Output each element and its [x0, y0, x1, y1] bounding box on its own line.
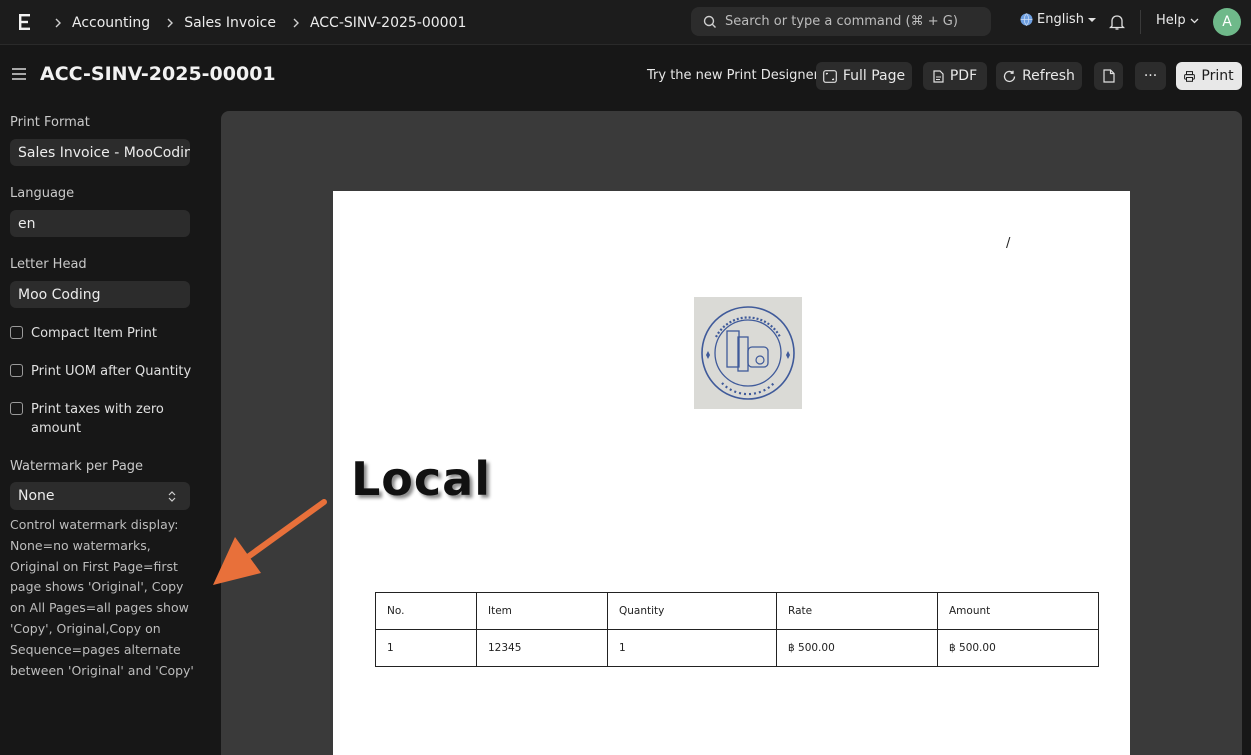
pdf-label: PDF — [949, 68, 978, 84]
annotation-arrow-icon — [213, 499, 327, 585]
checkbox-box[interactable] — [10, 364, 23, 377]
search-icon — [703, 15, 716, 28]
table-header-row: No. Item Quantity Rate Amount — [375, 592, 1099, 630]
watermark-select[interactable]: None — [10, 482, 190, 510]
document-heading: Local — [351, 452, 491, 506]
globe-icon — [1020, 13, 1033, 26]
items-table: No. Item Quantity Rate Amount 1 12345 1 … — [375, 592, 1099, 667]
search-placeholder: Search or type a command (⌘ + G) — [725, 14, 958, 29]
search-bar[interactable]: Search or type a command (⌘ + G) — [691, 7, 991, 36]
company-seal-logo — [694, 297, 802, 409]
letter-head-label: Letter Head — [10, 257, 87, 272]
navbar-divider — [1140, 10, 1141, 34]
print-label: Print — [1201, 68, 1234, 84]
full-page-button[interactable]: Full Page — [816, 62, 912, 90]
watermark-label: Watermark per Page — [10, 459, 144, 474]
page-title: ACC-SINV-2025-00001 — [40, 63, 276, 85]
breadcrumb-accounting[interactable]: Accounting — [72, 15, 150, 31]
print-zero-taxes-checkbox[interactable]: Print taxes with zero amount — [10, 400, 185, 438]
table-cell: 1 — [607, 629, 777, 667]
chevron-right-icon — [50, 15, 66, 31]
table-cell: ฿ 500.00 — [776, 629, 938, 667]
column-header: Quantity — [607, 592, 777, 630]
fullscreen-icon — [822, 69, 837, 83]
print-uom-checkbox[interactable]: Print UOM after Quantity — [10, 362, 191, 381]
print-format-label: Print Format — [10, 115, 90, 130]
page-slash-text: / — [1006, 236, 1011, 251]
checkbox-label: Print taxes with zero amount — [31, 402, 164, 436]
new-document-button[interactable] — [1094, 62, 1123, 90]
checkbox-box[interactable] — [10, 326, 23, 339]
checkbox-label: Print UOM after Quantity — [31, 364, 192, 379]
column-header: Item — [476, 592, 608, 630]
more-options-label: ··· — [1143, 68, 1158, 84]
breadcrumb-invoice-id[interactable]: ACC-SINV-2025-00001 — [310, 15, 466, 31]
refresh-icon — [1003, 70, 1016, 82]
column-header: No. — [375, 592, 477, 630]
table-cell: 1 — [375, 629, 477, 667]
table-row: 1 12345 1 ฿ 500.00 ฿ 500.00 — [375, 629, 1099, 667]
chevron-right-icon — [288, 15, 304, 31]
table-cell: 12345 — [476, 629, 608, 667]
more-options-button[interactable]: ··· — [1135, 62, 1166, 90]
help-label: Help — [1156, 13, 1186, 28]
language-field[interactable]: en — [10, 210, 190, 237]
caret-down-icon — [1087, 17, 1096, 22]
bell-icon[interactable] — [1109, 13, 1125, 31]
chevron-right-icon — [162, 15, 178, 31]
language-field-label: Language — [10, 186, 75, 201]
printer-icon — [1184, 70, 1196, 82]
watermark-value: None — [18, 488, 55, 504]
app-logo-icon[interactable] — [17, 12, 33, 32]
select-arrows-icon — [168, 490, 176, 502]
file-icon — [933, 69, 944, 83]
language-label: English — [1037, 12, 1084, 27]
sidebar-toggle-icon[interactable] — [12, 67, 26, 81]
letter-head-field[interactable]: Moo Coding — [10, 281, 190, 308]
refresh-label: Refresh — [1022, 68, 1075, 84]
table-cell: ฿ 500.00 — [937, 629, 1099, 667]
print-format-field[interactable]: Sales Invoice - MooCoding — [10, 139, 190, 166]
help-dropdown[interactable]: Help — [1156, 13, 1199, 28]
document-icon — [1102, 69, 1115, 83]
full-page-label: Full Page — [842, 68, 906, 84]
checkbox-box[interactable] — [10, 402, 23, 415]
compact-item-print-checkbox[interactable]: Compact Item Print — [10, 324, 157, 343]
breadcrumb: Accounting Sales Invoice ACC-SINV-2025-0… — [50, 0, 478, 45]
column-header: Amount — [937, 592, 1099, 630]
refresh-button[interactable]: Refresh — [996, 62, 1082, 90]
chevron-down-icon — [1190, 18, 1199, 23]
top-navbar: Accounting Sales Invoice ACC-SINV-2025-0… — [0, 0, 1251, 45]
print-button[interactable]: Print — [1176, 62, 1242, 90]
breadcrumb-sales-invoice[interactable]: Sales Invoice — [184, 15, 276, 31]
language-selector[interactable]: English — [1020, 12, 1096, 27]
print-designer-link[interactable]: Try the new Print Designer — [647, 68, 819, 83]
checkbox-label: Compact Item Print — [31, 326, 157, 341]
avatar[interactable]: A — [1213, 8, 1241, 36]
column-header: Rate — [776, 592, 938, 630]
watermark-help-text: Control watermark display: None=no water… — [10, 517, 194, 678]
pdf-button[interactable]: PDF — [923, 62, 987, 90]
